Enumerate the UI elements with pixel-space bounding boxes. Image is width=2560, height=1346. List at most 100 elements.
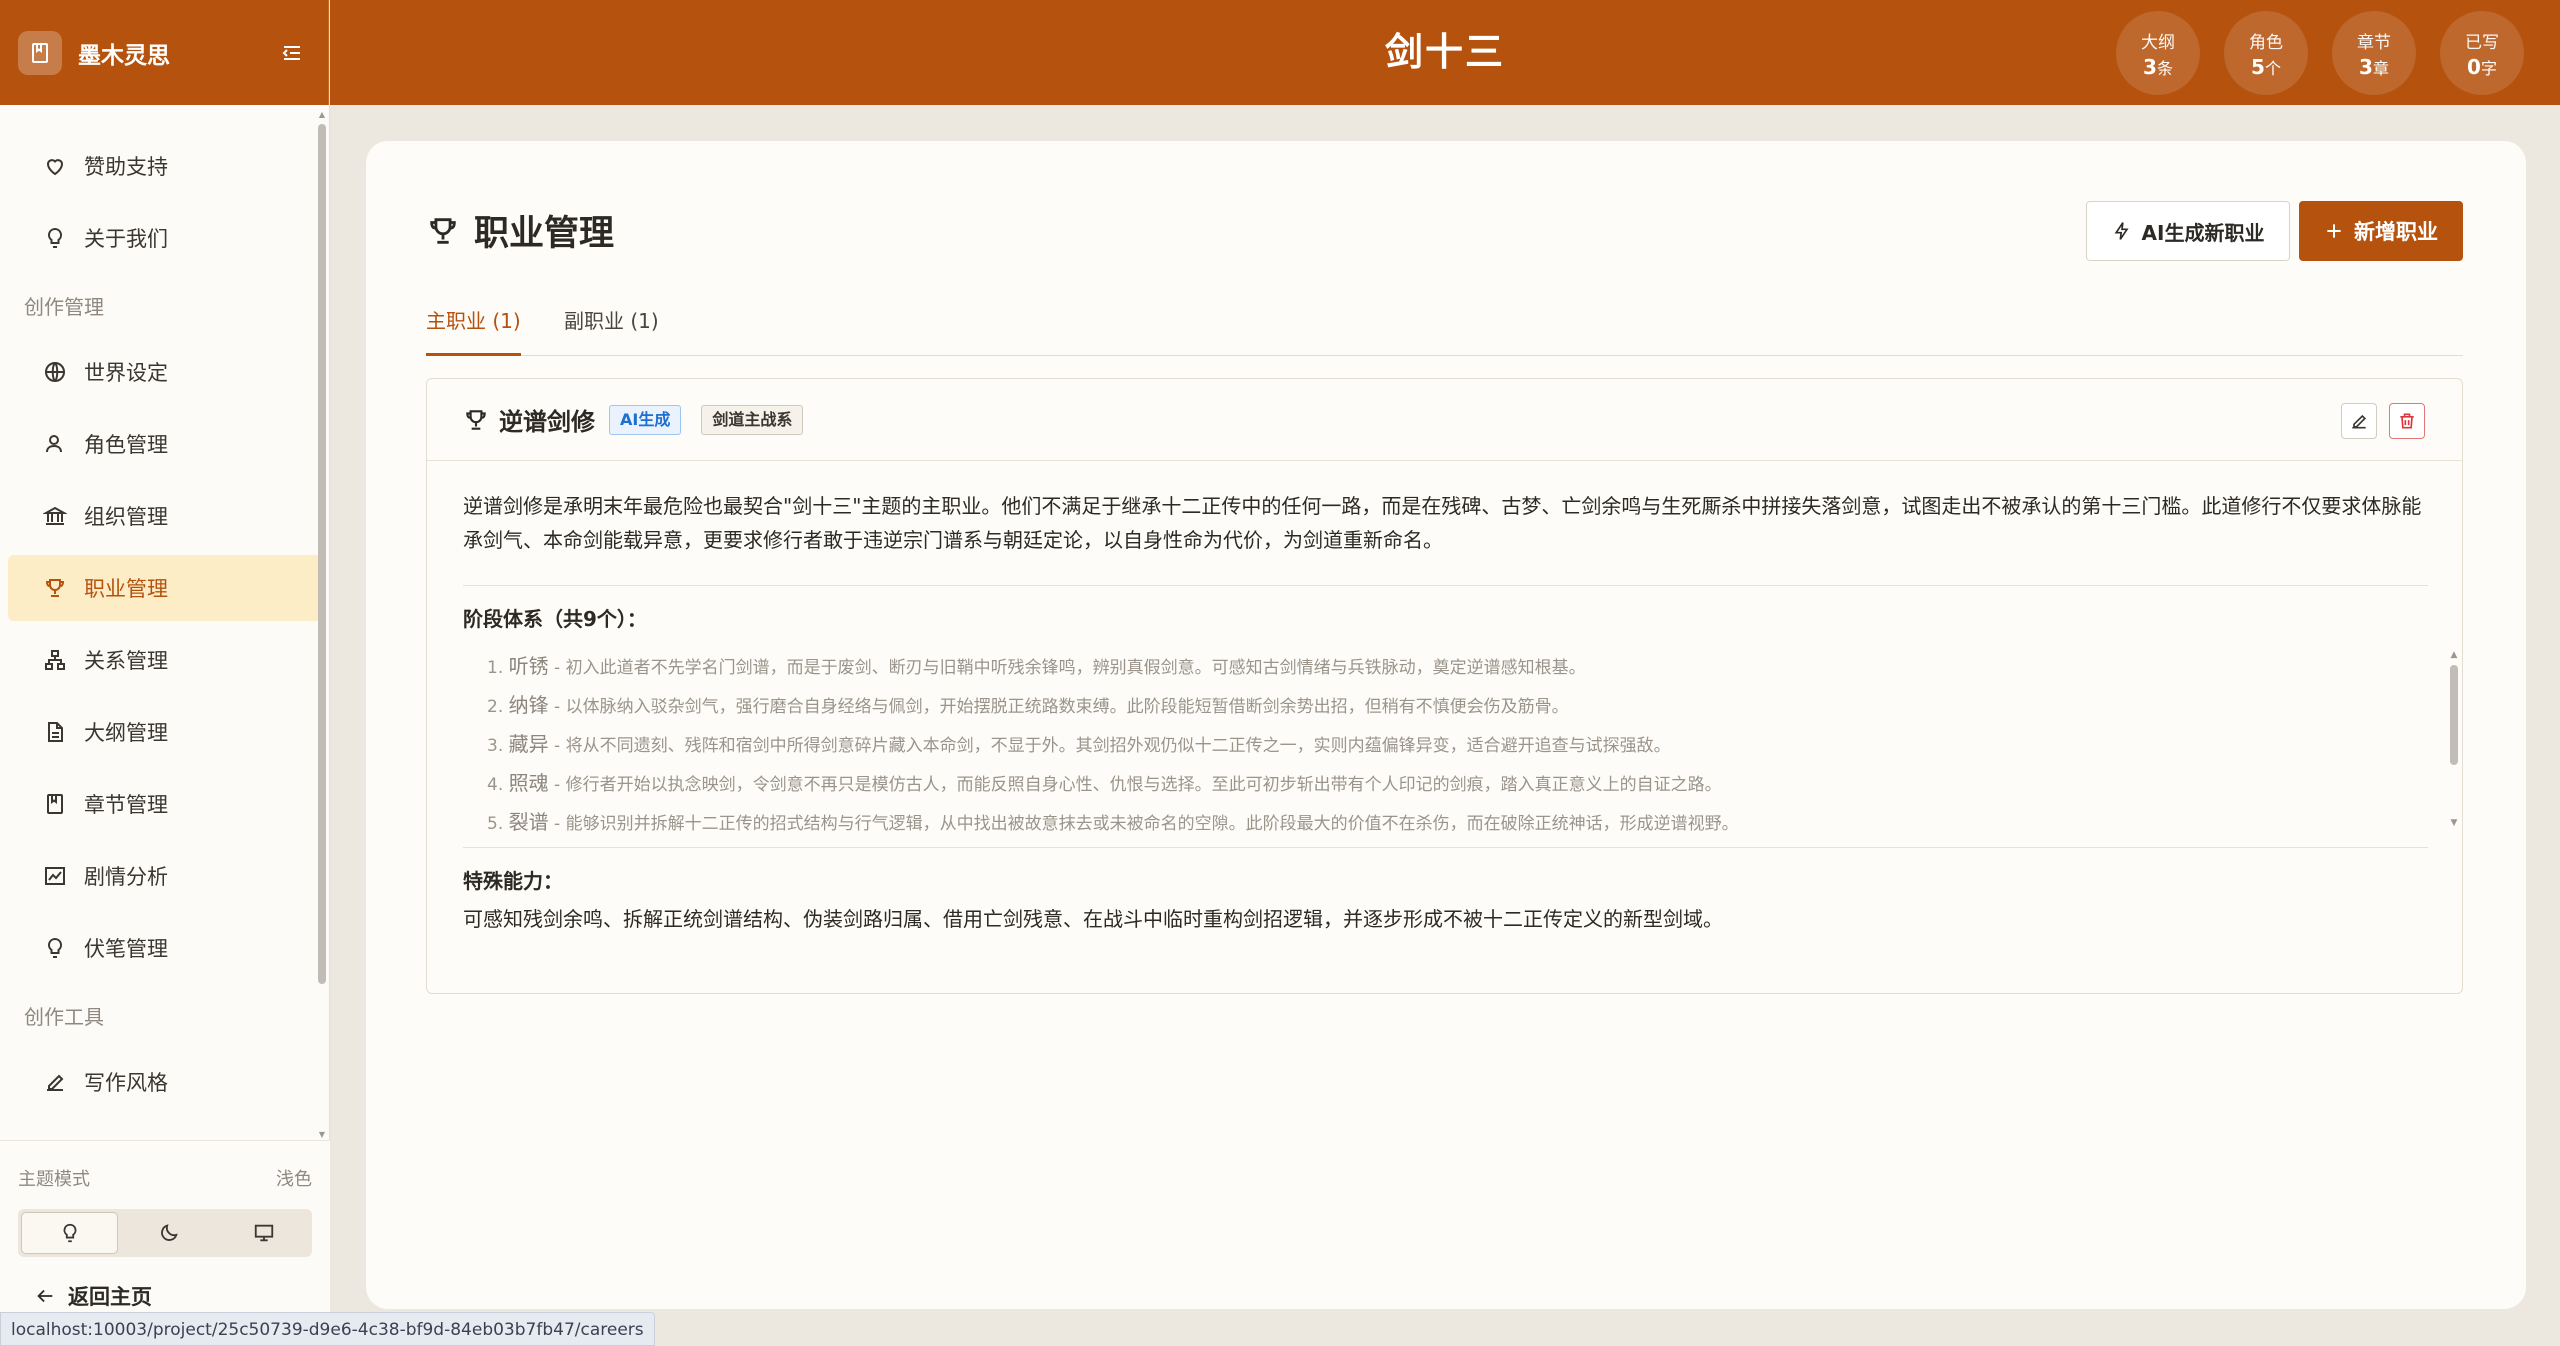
lightbulb-icon: [59, 1222, 81, 1244]
add-career-button[interactable]: 新增职业: [2299, 201, 2463, 261]
career-description: 逆谱剑修是承明末年最危险也最契合"剑十三"主题的主职业。他们不满足于继承十二正传…: [463, 494, 2422, 552]
menu-collapse-icon[interactable]: [274, 35, 310, 71]
sidebar-item-label: 组织管理: [84, 505, 168, 529]
sidebar-item-label: 职业管理: [84, 577, 168, 601]
ai-generate-career-label: AI生成新职业: [2141, 220, 2265, 245]
career-card-header: 逆谱剑修 AI生成 剑道主战系: [427, 379, 2462, 461]
trophy-icon: [463, 407, 489, 433]
scroll-down-arrow-icon[interactable]: ▼: [317, 1130, 327, 1140]
list-item: 5. 裂谱 - 能够识别并拆解十二正传的招式结构与行气逻辑，从中找出被故意抹去或…: [463, 803, 2428, 833]
sidebar-scrollbar[interactable]: ▲ ▼: [317, 110, 327, 1140]
tab-main-career[interactable]: 主职业 (1): [426, 296, 521, 356]
sidebar-item-label: 关于我们: [84, 227, 168, 251]
sidebar-item-careers[interactable]: 职业管理: [8, 555, 322, 621]
career-tabs: 主职业 (1) 副职业 (1): [426, 296, 2463, 356]
sidebar-item-chapters[interactable]: 章节管理: [8, 771, 322, 837]
delete-career-button[interactable]: [2389, 403, 2425, 439]
scroll-up-arrow-icon[interactable]: ▲: [2448, 649, 2460, 661]
lightbulb-icon: [40, 933, 70, 963]
stat-label: 角色: [2249, 32, 2283, 53]
chart-icon: [40, 861, 70, 891]
book-icon: [40, 789, 70, 819]
edit-icon: [40, 1067, 70, 1097]
stage-name: 纳锋: [508, 693, 549, 717]
sidebar-item-writing-style[interactable]: 写作风格: [8, 1049, 322, 1115]
sidebar-item-about[interactable]: 关于我们: [8, 205, 322, 271]
app-name: 墨木灵思: [78, 42, 170, 69]
stage-desc: - 将从不同遗刻、残阵和宿剑中所得剑意碎片藏入本命剑，不显于外。其剑招外观仍似十…: [548, 736, 1671, 756]
stat-unit: 章: [2372, 58, 2389, 78]
arrow-left-icon: [34, 1285, 56, 1307]
sidebar-item-characters[interactable]: 角色管理: [8, 411, 322, 477]
divider: [463, 585, 2428, 586]
theme-light-button[interactable]: [21, 1212, 119, 1254]
list-item: 1. 听锈 - 初入此道者不先学名门剑谱，而是于废剑、断刃与旧鞘中听残余锋鸣，辨…: [463, 647, 2428, 686]
page-title: 职业管理: [426, 205, 614, 256]
scrollbar-thumb[interactable]: [2450, 665, 2458, 765]
sidebar-item-foreshadowing[interactable]: 伏笔管理: [8, 915, 322, 981]
stage-number: 2.: [487, 697, 504, 717]
page-title-text: 职业管理: [474, 214, 615, 254]
stat-unit: 字: [2480, 58, 2497, 78]
theme-switcher: [18, 1209, 312, 1257]
stage-desc: - 初入此道者不先学名门剑谱，而是于废剑、断刃与旧鞘中听残余锋鸣，辨别真假剑意。…: [548, 658, 1586, 678]
scrollbar-thumb[interactable]: [318, 124, 326, 984]
sidebar-group-create: 创作管理: [24, 294, 104, 319]
stage-desc: - 能够识别并拆解十二正传的招式结构与行气逻辑，从中找出被故意抹去或未被命名的空…: [548, 814, 1739, 833]
top-bar: 剑十三 大纲 3条 角色 5个 章节 3章 已写 0字: [330, 0, 2560, 105]
moon-icon: [158, 1222, 180, 1244]
stat-label: 已写: [2465, 32, 2499, 53]
status-url: localhost:10003/project/25c50739-d9e6-4c…: [0, 1312, 655, 1346]
sidebar-item-outline[interactable]: 大纲管理: [8, 699, 322, 765]
tab-side-career[interactable]: 副职业 (1): [564, 296, 659, 356]
sidebar-item-organizations[interactable]: 组织管理: [8, 483, 322, 549]
edit-career-button[interactable]: [2341, 403, 2377, 439]
monitor-icon: [253, 1222, 275, 1244]
sidebar-item-label: 世界设定: [84, 361, 168, 385]
trophy-icon: [40, 573, 70, 603]
stages-scrollbar[interactable]: ▲ ▼: [2448, 649, 2460, 829]
scroll-up-arrow-icon[interactable]: ▲: [317, 110, 327, 120]
ai-generate-career-button[interactable]: AI生成新职业: [2086, 201, 2290, 261]
ability-title: 特殊能力：: [463, 869, 563, 893]
stat-label: 章节: [2357, 32, 2391, 53]
sidebar-item-world[interactable]: 世界设定: [8, 339, 322, 405]
document-icon: [40, 717, 70, 747]
theme-system-button[interactable]: [217, 1209, 312, 1257]
stages-list[interactable]: 1. 听锈 - 初入此道者不先学名门剑谱，而是于废剑、断刃与旧鞘中听残余锋鸣，辨…: [463, 647, 2428, 833]
theme-mode-label: 主题模式: [18, 1169, 90, 1190]
scroll-down-arrow-icon[interactable]: ▼: [2448, 817, 2460, 829]
theme-dark-button[interactable]: [121, 1209, 216, 1257]
stage-number: 5.: [487, 814, 504, 833]
stat-characters: 角色 5个: [2224, 11, 2308, 95]
book-icon[interactable]: [18, 30, 62, 75]
stat-label: 大纲: [2141, 32, 2175, 53]
sidebar-item-label: 大纲管理: [84, 721, 168, 745]
sidebar-item-relations[interactable]: 关系管理: [8, 627, 322, 693]
stat-value: 0: [2467, 54, 2481, 79]
globe-icon: [40, 357, 70, 387]
divider: [463, 847, 2428, 848]
add-career-label: 新增职业: [2354, 220, 2438, 244]
career-card: 逆谱剑修 AI生成 剑道主战系 逆谱剑修是承明末年最危险也最契合"剑十三"主题的…: [426, 378, 2463, 994]
career-management-panel: 职业管理 AI生成新职业 新增职业 主职业 (1) 副职业 (1) 逆谱剑修 A…: [366, 141, 2526, 1309]
stat-value: 3: [2359, 54, 2373, 79]
stage-desc: - 修行者开始以执念映剑，令剑意不再只是模仿古人，而能反照自身心性、仇恨与选择。…: [548, 775, 1722, 795]
trash-icon: [2397, 411, 2417, 431]
stage-number: 3.: [487, 736, 504, 756]
list-item: 2. 纳锋 - 以体脉纳入驳杂剑气，强行磨合自身经络与佩剑，开始摆脱正统路数束缚…: [463, 686, 2428, 725]
sidebar-group-tools: 创作工具: [24, 1004, 104, 1029]
back-home-label: 返回主页: [68, 1285, 152, 1309]
theme-mode-value: 浅色: [276, 1169, 312, 1190]
stage-name: 照魂: [508, 771, 549, 795]
back-home-link[interactable]: 返回主页: [34, 1281, 152, 1311]
sidebar-item-label: 写作风格: [84, 1071, 168, 1095]
sidebar-nav: 赞助支持 关于我们 创作管理 世界设定 角色管理 组织管理 职业管理 关系管理 …: [0, 105, 330, 1140]
lightbulb-icon: [40, 223, 70, 253]
sidebar-item-sponsor[interactable]: 赞助支持: [8, 133, 322, 199]
lightning-icon: [2112, 221, 2132, 241]
sidebar-item-plot-analysis[interactable]: 剧情分析: [8, 843, 322, 909]
list-item: 3. 藏异 - 将从不同遗刻、残阵和宿剑中所得剑意碎片藏入本命剑，不显于外。其剑…: [463, 725, 2428, 764]
stat-words-written: 已写 0字: [2440, 11, 2524, 95]
stat-unit: 条: [2156, 58, 2173, 78]
